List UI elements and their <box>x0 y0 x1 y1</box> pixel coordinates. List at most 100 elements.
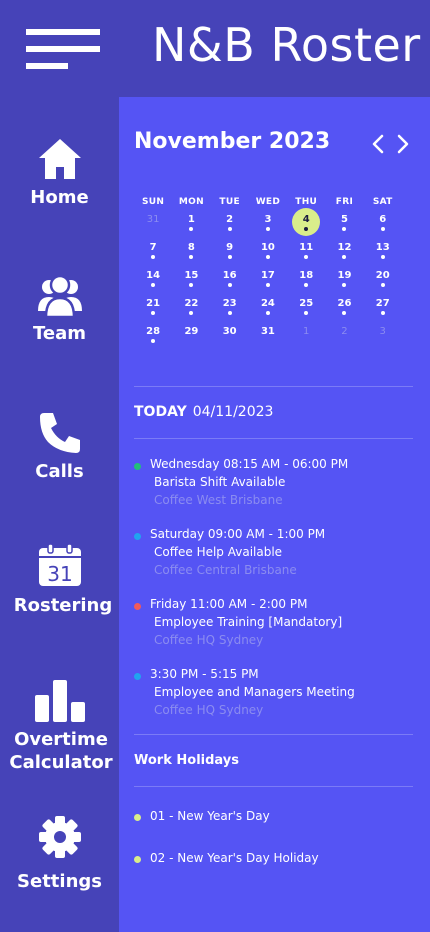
event-title: Employee and Managers Meeting <box>154 685 355 699</box>
calendar-day[interactable]: 3 <box>249 189 287 231</box>
calendar-day[interactable]: 7 <box>134 217 172 259</box>
calendar-grid: SUN MON TUE WED THU FRI SAT 31 1 2 3 4 5 6 7 8 9 1… <box>134 197 402 343</box>
calendar-day[interactable]: 16 <box>211 245 249 287</box>
calendar-day[interactable]: 27 <box>364 273 402 315</box>
calendar-day[interactable]: 30 <box>211 301 249 337</box>
calendar-day[interactable]: 20 <box>364 245 402 287</box>
calendar-day[interactable]: 6 <box>364 189 402 231</box>
sidebar-item-label: Home <box>30 187 89 208</box>
sidebar-nav: Home Team Calls 31 Rostering Overtime Ca… <box>0 97 119 932</box>
calendar-day[interactable]: 31 <box>249 301 287 337</box>
event-title: Employee Training [Mandatory] <box>154 615 343 629</box>
chevron-left-icon[interactable] <box>370 133 386 155</box>
team-icon <box>37 274 82 319</box>
calendar-week-row: 14 15 16 17 18 19 20 <box>134 245 402 287</box>
hamburger-menu-icon[interactable] <box>26 29 100 69</box>
event-title: Coffee Help Available <box>154 545 283 559</box>
event-time: Friday 11:00 AM - 2:00 PM <box>150 597 308 611</box>
phone-icon <box>39 413 80 453</box>
calendar-day-number: 3 <box>379 326 386 337</box>
app-title: N&B Roster <box>152 18 421 72</box>
calendar-day[interactable]: 12 <box>325 217 363 259</box>
calendar-day[interactable]: 14 <box>134 245 172 287</box>
holiday-label: 01 - New Year's Day <box>150 809 270 823</box>
event-time: Saturday 09:00 AM - 1:00 PM <box>150 527 326 541</box>
event-location: Coffee Central Brisbane <box>154 563 297 577</box>
calendar-day[interactable]: 2 <box>211 189 249 231</box>
sidebar-item-label: Overtime Calculator <box>9 729 113 773</box>
sidebar-item-team[interactable]: Team <box>0 273 119 345</box>
bar-chart-icon <box>34 680 85 722</box>
calendar-day[interactable]: 23 <box>211 273 249 315</box>
calendar-day[interactable]: 11 <box>287 217 325 259</box>
home-icon <box>38 139 81 179</box>
divider <box>134 786 413 787</box>
calendar-day-number: 1 <box>303 326 310 337</box>
calendar-day[interactable]: 2 <box>325 301 363 337</box>
event-location: Coffee HQ Sydney <box>154 703 264 717</box>
holiday-dot <box>134 856 141 863</box>
calendar-week-row: 7 8 9 10 11 12 13 <box>134 217 402 259</box>
sidebar-item-home[interactable]: Home <box>0 137 119 209</box>
main-panel: November 2023 SUN MON TUE WED THU FRI SA… <box>119 97 430 932</box>
calendar-day[interactable]: 28 <box>134 301 172 343</box>
calendar-badge: 31 <box>47 562 72 586</box>
event-status-dot <box>134 603 141 610</box>
sidebar-item-overtime[interactable]: Overtime Calculator <box>0 679 119 774</box>
calendar-day[interactable]: 5 <box>325 189 363 231</box>
calendar-day[interactable]: 31 <box>134 189 172 225</box>
chevron-right-icon[interactable] <box>395 133 411 155</box>
event-title: Barista Shift Available <box>154 475 286 489</box>
calendar-day[interactable]: 15 <box>172 245 210 287</box>
calendar-week-row: 28 29 30 31 1 2 3 <box>134 301 402 343</box>
calendar-day[interactable]: 29 <box>172 301 210 337</box>
sidebar-item-label: Team <box>33 323 86 344</box>
calendar-day-number: 31 <box>260 326 275 337</box>
sidebar-item-calls[interactable]: Calls <box>0 411 119 483</box>
today-summary: TODAY 04/11/2023 <box>134 404 273 420</box>
event-location: Coffee HQ Sydney <box>154 633 264 647</box>
today-label: TODAY <box>134 404 187 420</box>
calendar-day-number: 30 <box>222 326 237 337</box>
calendar-day[interactable]: 3 <box>364 301 402 337</box>
sidebar-item-label: Calls <box>35 461 84 482</box>
calendar-day[interactable]: 1 <box>287 301 325 337</box>
calendar-day[interactable]: 13 <box>364 217 402 259</box>
event-status-dot <box>134 533 141 540</box>
calendar-week-row: 21 22 23 24 25 26 27 <box>134 273 402 315</box>
calendar-day[interactable]: 26 <box>325 273 363 315</box>
app-header: N&B Roster <box>0 0 430 97</box>
calendar-day[interactable]: 22 <box>172 273 210 315</box>
calendar-day[interactable]: 1 <box>172 189 210 231</box>
calendar-week-row: 31 1 2 3 4 5 6 <box>134 189 402 236</box>
calendar-day[interactable]: 10 <box>249 217 287 259</box>
calendar-day-number: 29 <box>184 326 199 337</box>
calendar-day[interactable]: 19 <box>325 245 363 287</box>
divider <box>134 734 413 735</box>
calendar-day-number: 28 <box>146 326 161 337</box>
holiday-dot <box>134 814 141 821</box>
calendar-body: 31 1 2 3 4 5 6 7 8 9 10 11 12 13 14 15 16 17 18 19 20 21 22 23 2… <box>134 189 402 343</box>
calendar-day-today[interactable]: 4 <box>287 189 325 236</box>
calendar-day[interactable]: 25 <box>287 273 325 315</box>
holiday-label: 02 - New Year's Day Holiday <box>150 851 319 865</box>
sidebar-item-settings[interactable]: Settings <box>0 815 119 893</box>
sidebar-item-rostering[interactable]: 31 Rostering <box>0 543 119 617</box>
sidebar-item-label: Rostering <box>13 595 113 616</box>
event-status-dot <box>134 673 141 680</box>
calendar-day[interactable]: 18 <box>287 245 325 287</box>
calendar-day[interactable]: 24 <box>249 273 287 315</box>
sidebar-item-label: Settings <box>17 871 102 892</box>
divider <box>134 438 413 439</box>
event-status-dot <box>134 463 141 470</box>
calendar-icon: 31 <box>38 543 81 586</box>
calendar-day[interactable]: 21 <box>134 273 172 315</box>
event-indicator-dot <box>151 339 156 343</box>
calendar-day[interactable]: 9 <box>211 217 249 259</box>
today-date: 04/11/2023 <box>192 404 274 420</box>
calendar-day[interactable]: 17 <box>249 245 287 287</box>
event-location: Coffee West Brisbane <box>154 493 283 507</box>
calendar-day[interactable]: 8 <box>172 217 210 259</box>
gear-icon <box>38 816 81 858</box>
holidays-title: Work Holidays <box>134 753 240 768</box>
